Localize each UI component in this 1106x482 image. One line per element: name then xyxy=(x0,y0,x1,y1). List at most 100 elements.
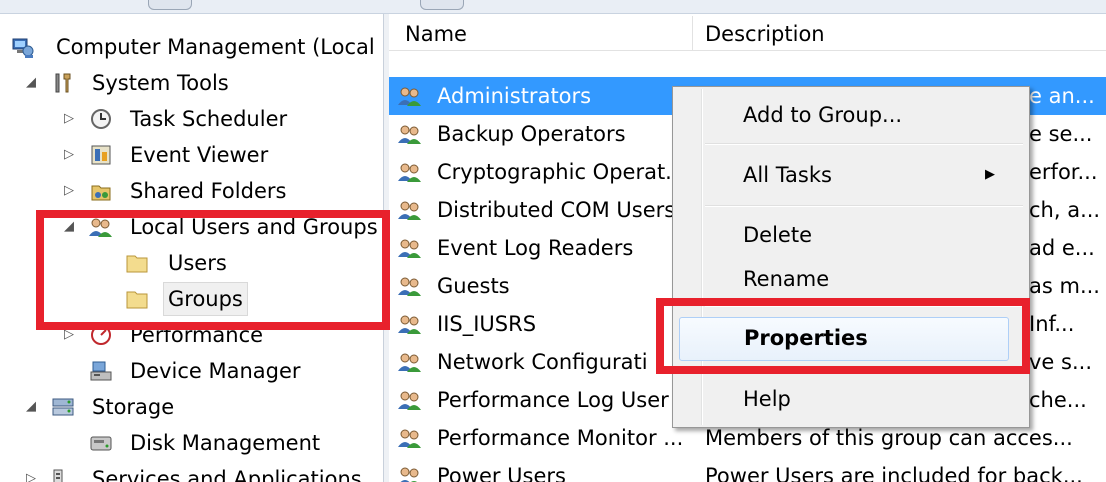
group-description: as m... xyxy=(1029,274,1100,298)
users-group-icon xyxy=(89,218,112,237)
group-name: Performance Log User xyxy=(437,388,669,412)
expand-arrow-icon[interactable]: ▷ xyxy=(24,462,38,482)
group-name: Administrators xyxy=(437,84,592,108)
menu-separator xyxy=(705,143,1023,145)
disk-icon xyxy=(90,436,112,451)
menu-item-help[interactable]: Help xyxy=(675,379,1025,419)
menu-item-label: All Tasks xyxy=(743,163,832,187)
collapse-arrow-icon[interactable]: ◢ xyxy=(24,390,38,424)
context-menu: Add to Group... All Tasks ▶ Delete Renam… xyxy=(672,86,1030,428)
tree-label: Groups xyxy=(163,282,248,316)
tree-item-storage[interactable]: ◢ Storage xyxy=(0,390,383,424)
group-icon xyxy=(400,467,419,482)
menu-item-all-tasks[interactable]: All Tasks ▶ xyxy=(675,155,1025,195)
group-description: ve s... xyxy=(1029,350,1092,374)
group-name: IIS_IUSRS xyxy=(437,312,537,336)
group-icon xyxy=(398,315,421,334)
menu-item-properties[interactable]: Properties xyxy=(679,317,1009,361)
tree-label: Services and Applications xyxy=(92,467,362,482)
toolbar-nub xyxy=(148,0,192,10)
tree-item-shared-folders[interactable]: ▷ Shared Folders xyxy=(0,174,383,208)
submenu-arrow-icon: ▶ xyxy=(985,167,995,182)
group-icon xyxy=(398,391,421,410)
group-icon xyxy=(398,239,421,258)
menu-item-label: Delete xyxy=(743,223,812,247)
group-name: Network Configurati xyxy=(437,350,648,374)
tree-item-system-tools[interactable]: ◢ System Tools xyxy=(0,66,383,100)
tree-label: Storage xyxy=(92,395,175,419)
expand-arrow-icon[interactable]: ▷ xyxy=(62,102,76,136)
group-name: Distributed COM Users xyxy=(437,198,676,222)
menu-item-label: Properties xyxy=(744,326,868,350)
column-divider[interactable] xyxy=(692,16,693,50)
menu-item-label: Help xyxy=(743,387,791,411)
folder-icon xyxy=(126,291,148,309)
tree-label: Users xyxy=(168,251,227,275)
group-description: Inf... xyxy=(1029,312,1075,336)
tree-item-performance[interactable]: ▷ Performance xyxy=(0,318,383,352)
expand-arrow-icon[interactable]: ▷ xyxy=(62,138,76,172)
window-top-strip xyxy=(0,0,1106,14)
collapse-arrow-icon[interactable]: ◢ xyxy=(24,66,38,100)
group-icon xyxy=(398,87,421,106)
tree-label: Computer Management (Local xyxy=(56,35,375,59)
toolbar-nub xyxy=(420,0,464,10)
tree-item-local-users-and-groups[interactable]: ◢ Local Users and Groups xyxy=(0,210,383,244)
tree-label: Event Viewer xyxy=(130,143,269,167)
menu-item-label: Rename xyxy=(743,267,830,291)
services-icon xyxy=(53,469,63,482)
group-name: Event Log Readers xyxy=(437,236,634,260)
event-viewer-icon xyxy=(91,145,111,165)
menu-item-label: Add to Group... xyxy=(743,103,903,127)
tree-item-disk-management[interactable]: Disk Management xyxy=(0,426,383,460)
column-header-description[interactable]: Description xyxy=(705,14,825,50)
shared-folder-icon xyxy=(91,185,111,201)
group-name: Backup Operators xyxy=(437,122,626,146)
group-name: Power Users xyxy=(437,464,566,482)
expand-arrow-icon[interactable]: ▷ xyxy=(62,318,76,352)
group-description: Power Users are included for back... xyxy=(705,464,1083,482)
group-description: che... xyxy=(1029,388,1087,412)
list-header: Name Description xyxy=(389,14,1106,51)
group-description: ch, a... xyxy=(1029,198,1101,222)
tree-label: Task Scheduler xyxy=(130,107,288,131)
expand-arrow-icon[interactable]: ▷ xyxy=(62,174,76,208)
menu-separator xyxy=(705,205,1023,207)
collapse-arrow-icon[interactable]: ◢ xyxy=(62,210,76,244)
menu-gutter xyxy=(701,89,703,425)
group-name: Performance Monitor ... xyxy=(437,426,684,450)
group-name: Cryptographic Operat... xyxy=(437,160,686,184)
column-header-name[interactable]: Name xyxy=(405,14,467,50)
performance-icon xyxy=(91,325,111,345)
tree-item-services-and-applications[interactable]: ▷ Services and Applications xyxy=(0,462,383,482)
menu-separator xyxy=(705,305,1023,307)
group-description: erfor... xyxy=(1029,160,1098,184)
tree-item-users[interactable]: Users xyxy=(0,246,383,280)
tree-item-task-scheduler[interactable]: ▷ Task Scheduler xyxy=(0,102,383,136)
tree-item-computer-management[interactable]: Computer Management (Local xyxy=(0,30,383,64)
tree-label: Disk Management xyxy=(130,431,321,455)
tree-item-event-viewer[interactable]: ▷ Event Viewer xyxy=(0,138,383,172)
console-tree: Computer Management (Local ◢ System Tool… xyxy=(0,14,383,482)
clock-icon xyxy=(91,109,111,129)
tree-label: Shared Folders xyxy=(130,179,287,203)
storage-icon xyxy=(52,398,74,416)
group-icon xyxy=(398,163,421,182)
tree-item-groups[interactable]: Groups xyxy=(0,282,383,316)
device-manager-icon xyxy=(90,361,112,381)
menu-item-rename[interactable]: Rename xyxy=(675,259,1025,299)
list-item-power-users[interactable]: Power Users Power Users are included for… xyxy=(389,457,1106,482)
menu-separator xyxy=(705,369,1023,371)
tools-icon xyxy=(55,73,71,93)
tree-item-device-manager[interactable]: Device Manager xyxy=(0,354,383,388)
group-description: e se... xyxy=(1029,122,1093,146)
group-name: Guests xyxy=(437,274,510,298)
group-description: ad e... xyxy=(1029,236,1095,260)
group-icon xyxy=(398,125,421,144)
menu-item-delete[interactable]: Delete xyxy=(675,215,1025,255)
tree-label: Device Manager xyxy=(130,359,301,383)
tree-label: Local Users and Groups xyxy=(130,215,378,239)
folder-icon xyxy=(126,255,148,273)
group-description: e an... xyxy=(1029,84,1095,108)
menu-item-add-to-group[interactable]: Add to Group... xyxy=(675,95,1025,135)
